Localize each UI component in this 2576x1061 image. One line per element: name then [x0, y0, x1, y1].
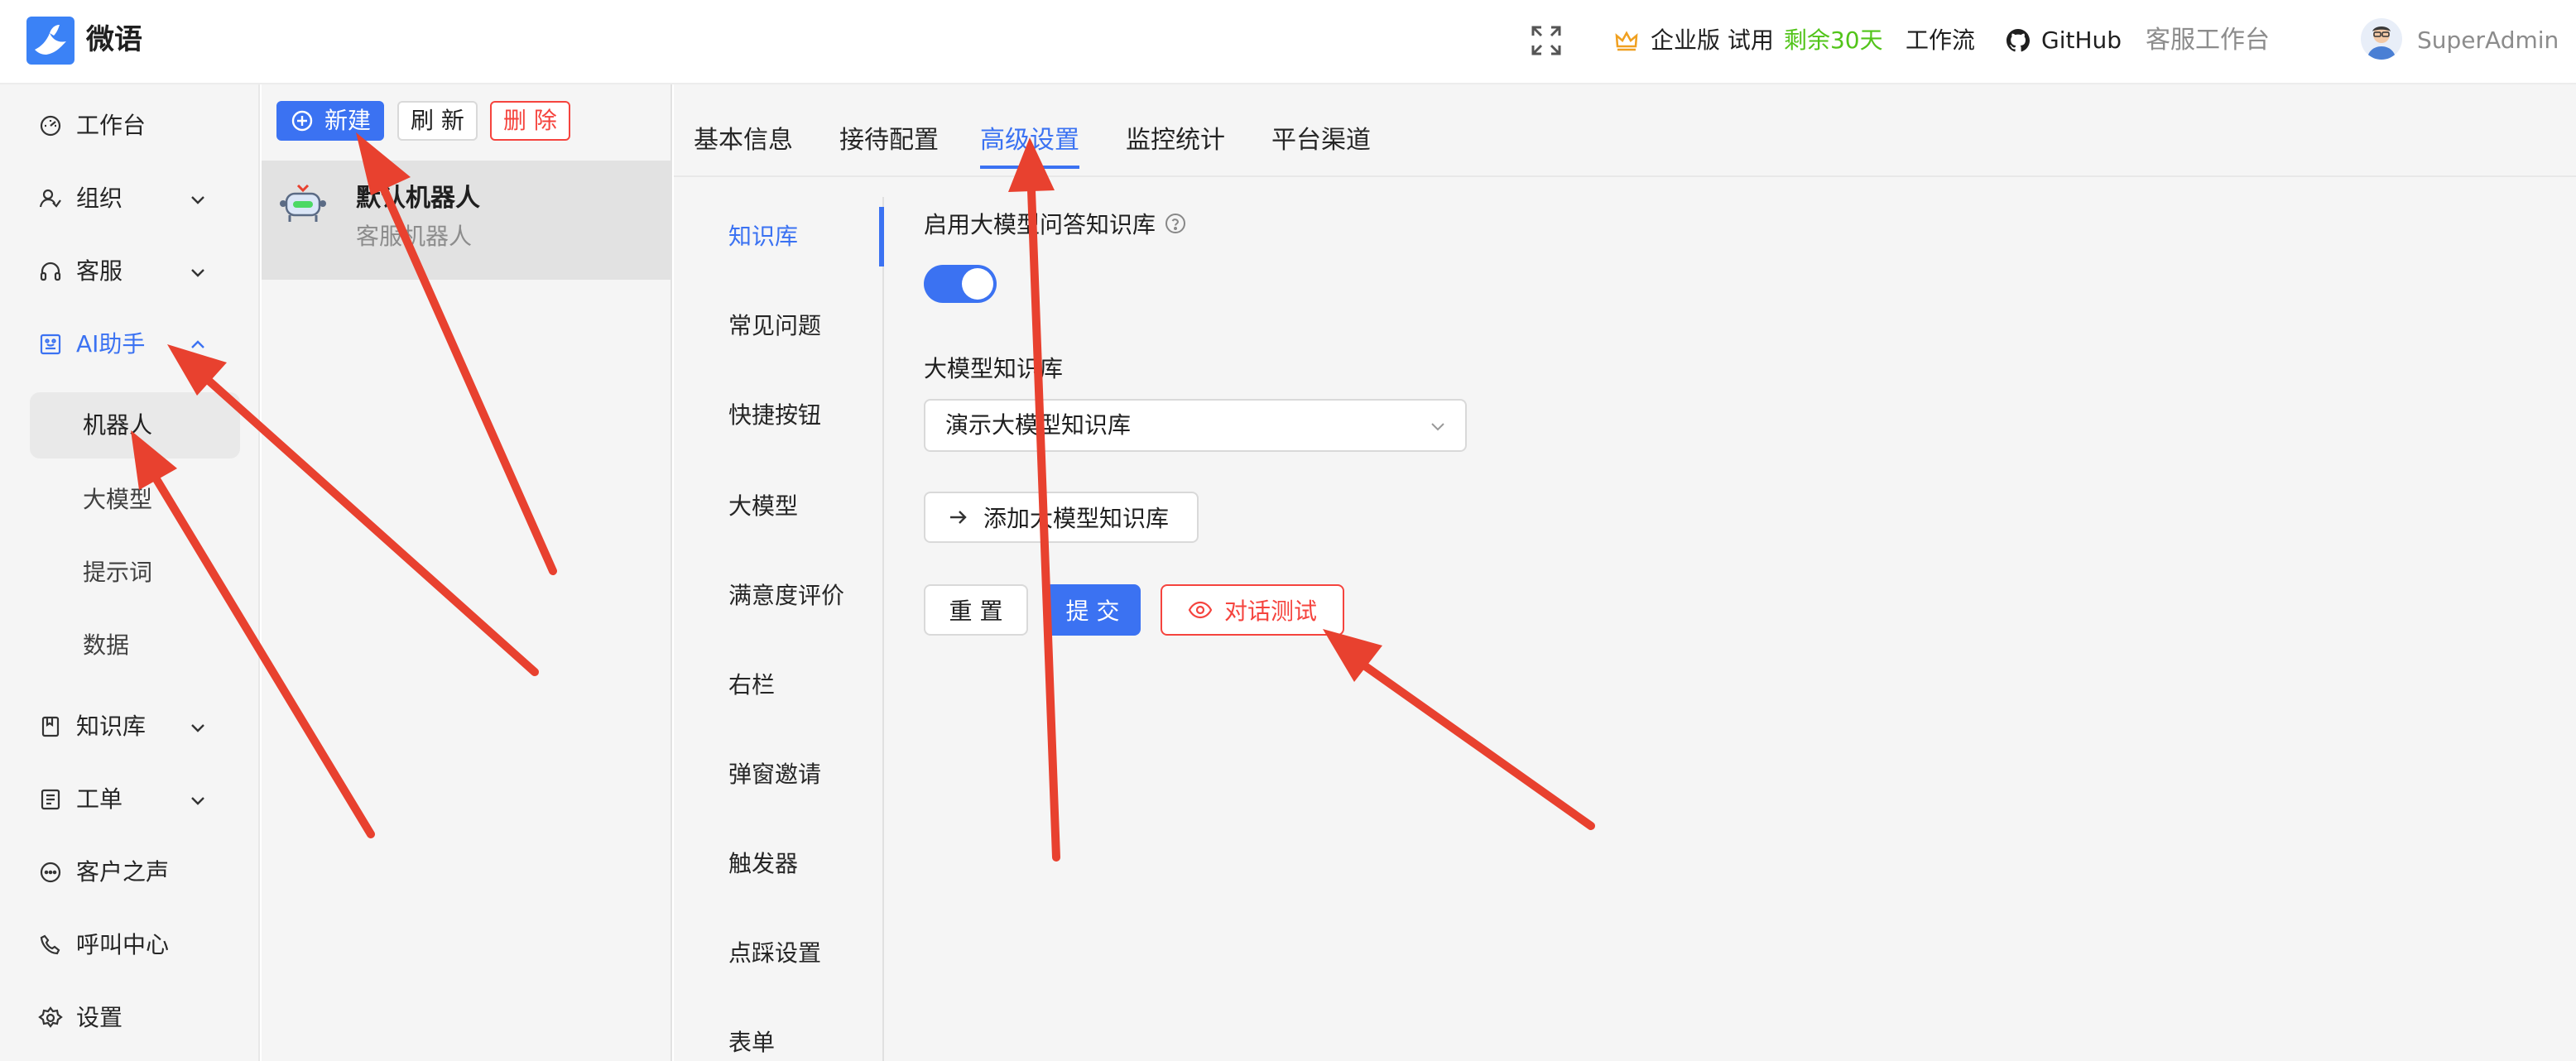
chevron-down-icon	[191, 196, 204, 204]
side-item-form[interactable]: 表单	[728, 1026, 775, 1059]
nav-item-ticket[interactable]: 工单	[0, 775, 260, 824]
dashboard-icon	[40, 115, 61, 137]
nav-item-settings[interactable]: 设置	[0, 993, 260, 1043]
toggle-knob	[962, 268, 993, 300]
delete-button[interactable]: 删 除	[490, 101, 570, 141]
github-icon	[2006, 29, 2030, 52]
nav-label: 工作台	[76, 112, 147, 139]
headset-icon	[40, 262, 61, 281]
logo-icon[interactable]	[26, 17, 74, 65]
nav-label: AI助手	[76, 330, 146, 358]
enable-llm-text: 启用大模型问答知识库	[924, 211, 1156, 238]
side-item-right-bar[interactable]: 右栏	[728, 669, 775, 702]
side-item-knowledge-base[interactable]: 知识库	[728, 220, 798, 253]
crown-icon	[1615, 31, 1638, 51]
robot-desc: 客服机器人	[356, 223, 473, 250]
tab-advanced-settings[interactable]: 高级设置	[980, 119, 1079, 169]
nav-label: 工单	[76, 785, 123, 813]
ai-assistant-icon	[40, 334, 61, 355]
reset-button[interactable]: 重 置	[924, 584, 1028, 636]
sub-item-prompt[interactable]: 提示词	[30, 540, 240, 606]
side-item-faq[interactable]: 常见问题	[728, 310, 821, 343]
tab-platform-channels[interactable]: 平台渠道	[1271, 119, 1371, 169]
chat-test-button[interactable]: 对话测试	[1161, 584, 1344, 636]
refresh-button[interactable]: 刷 新	[397, 101, 478, 141]
new-robot-button[interactable]: 新建	[276, 101, 385, 141]
add-kb-label: 添加大模型知识库	[983, 505, 1170, 532]
side-item-quick-buttons[interactable]: 快捷按钮	[728, 399, 821, 432]
phone-icon	[40, 934, 60, 955]
help-icon[interactable]	[1164, 212, 1187, 235]
edition-label: 企业版	[1651, 26, 1721, 54]
nav-item-call-center[interactable]: 呼叫中心	[0, 920, 260, 970]
app-name[interactable]: 微语	[86, 18, 142, 61]
chevron-up-icon	[191, 340, 204, 348]
side-menu-divider	[882, 197, 884, 1061]
github-link[interactable]: GitHub	[2005, 22, 2122, 60]
tab-basic-info[interactable]: 基本信息	[694, 119, 793, 169]
nav-item-voice-of-customer[interactable]: 客户之声	[0, 847, 260, 897]
trial-label: 试用	[1727, 26, 1774, 54]
agent-workspace-link[interactable]: 客服工作台	[2146, 22, 2270, 60]
fullscreen-icon[interactable]	[1530, 22, 1563, 60]
enable-llm-toggle[interactable]	[924, 265, 997, 303]
nav-label: 设置	[76, 1004, 123, 1031]
side-item-llm[interactable]: 大模型	[728, 490, 798, 523]
side-item-trigger[interactable]: 触发器	[728, 847, 798, 881]
robot-list-item[interactable]: 默认机器人 客服机器人	[262, 161, 670, 280]
trial-remaining: 剩余30天	[1783, 26, 1883, 54]
ticket-icon	[41, 789, 60, 810]
sidebar: 工作台 组织 客服 AI助手 机器人 大模型 提示词 数据 知识库 工单 客户之…	[0, 84, 260, 1061]
tab-monitoring[interactable]: 监控统计	[1126, 119, 1225, 169]
nav-item-knowledge-base[interactable]: 知识库	[0, 702, 260, 751]
add-kb-button[interactable]: 添加大模型知识库	[924, 492, 1199, 543]
robot-list-panel: 新建 刷 新 删 除 默认机器人 客服机器人	[262, 84, 672, 1061]
new-label: 新建	[324, 107, 372, 134]
nav-item-organization[interactable]: 组织	[0, 174, 260, 223]
kb-label: 大模型知识库	[924, 355, 1064, 382]
enterprise-trial[interactable]: 企业版 试用 剩余30天	[1614, 22, 1883, 60]
side-menu-active-indicator	[879, 207, 884, 266]
nav-label: 客户之声	[76, 858, 170, 886]
robot-icon	[280, 184, 326, 222]
tabs-divider	[674, 175, 2576, 177]
nav-item-ai-assistant[interactable]: AI助手	[0, 319, 260, 369]
user-name[interactable]: SuperAdmin	[2417, 22, 2559, 60]
book-icon	[41, 716, 60, 737]
nav-label: 客服	[76, 257, 123, 285]
kb-select-value: 演示大模型知识库	[945, 411, 1132, 439]
chevron-down-icon	[191, 724, 204, 732]
eye-icon	[1188, 601, 1213, 619]
kb-select[interactable]: 演示大模型知识库	[924, 399, 1467, 452]
tab-reception-config[interactable]: 接待配置	[839, 119, 939, 169]
side-item-popup-invite[interactable]: 弹窗邀请	[728, 758, 821, 791]
robot-name: 默认机器人	[356, 184, 480, 213]
plus-circle-icon	[291, 110, 313, 132]
workflow-link[interactable]: 工作流	[1906, 22, 1975, 60]
top-header: 微语 企业版 试用 剩余30天 工作流 GitHub 客服工作台 SuperAdm…	[0, 0, 2576, 84]
chevron-down-icon	[1431, 423, 1444, 431]
chat-bubble-icon	[40, 862, 61, 883]
enable-llm-label: 启用大模型问答知识库	[924, 207, 1187, 240]
submit-button[interactable]: 提 交	[1045, 584, 1141, 636]
chevron-down-icon	[191, 797, 204, 805]
nav-label: 组织	[76, 185, 123, 212]
chevron-down-icon	[191, 269, 204, 277]
github-label: GitHub	[2041, 26, 2122, 54]
sub-item-robot[interactable]: 机器人	[30, 392, 240, 458]
gear-icon	[38, 1006, 63, 1028]
user-group-icon	[39, 189, 61, 208]
nav-label: 知识库	[76, 713, 147, 740]
nav-item-customer-service[interactable]: 客服	[0, 247, 260, 296]
side-item-dislike[interactable]: 点踩设置	[728, 937, 821, 970]
sub-item-llm[interactable]: 大模型	[30, 467, 240, 533]
arrow-right-icon	[950, 511, 967, 524]
chat-test-label: 对话测试	[1223, 598, 1317, 625]
sub-item-data[interactable]: 数据	[30, 612, 240, 679]
nav-label: 呼叫中心	[76, 931, 170, 958]
avatar[interactable]	[2361, 18, 2402, 60]
nav-item-dashboard[interactable]: 工作台	[0, 101, 260, 151]
side-item-satisfaction[interactable]: 满意度评价	[728, 579, 844, 612]
main-content: 基本信息 接待配置 高级设置 监控统计 平台渠道 知识库 常见问题 快捷按钮 大…	[674, 84, 2576, 1061]
